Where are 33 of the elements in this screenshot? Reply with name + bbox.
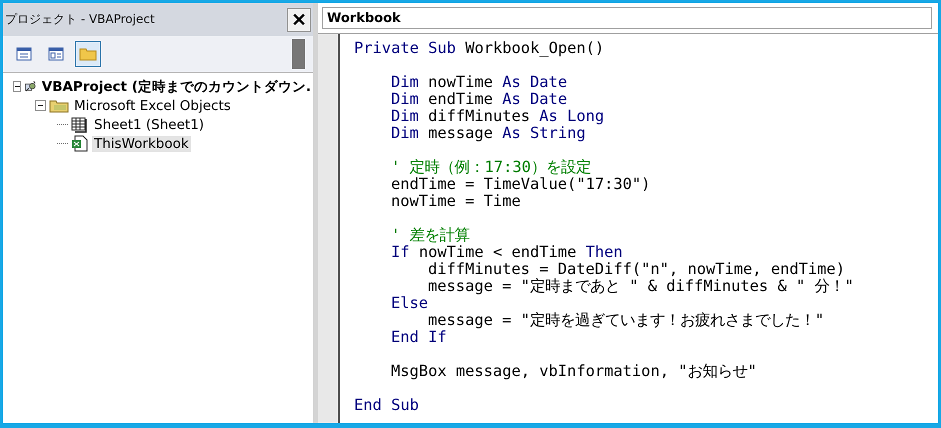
code-line: If nowTime < endTime Then [391,244,624,261]
tree-item[interactable]: Microsoft Excel Objects [72,98,233,114]
collapse-toggle[interactable] [35,100,46,111]
code-line: Dim message As String [391,125,586,142]
panel-title: プロジェクト - VBAProject [5,11,155,28]
code-line: Else [391,295,428,312]
folder-icon [49,98,69,112]
tree-item[interactable]: Sheet1 (Sheet1) [92,116,206,132]
code-line: End Sub [354,397,420,414]
code-line: Dim diffMinutes As Long [391,108,606,125]
tree-item[interactable]: ThisWorkbook [92,136,191,152]
toolbar-button[interactable] [75,41,101,67]
code-line: Dim nowTime As Date [391,74,568,91]
code-line: diffMinutes = DateDiff("n", nowTime, endTime) [428,261,846,278]
workbook-icon [71,135,89,152]
tree-item[interactable]: VBAProject (定時までのカウントダウン. [40,78,313,96]
code-line: ' 定時（例：17:30）を設定 [391,159,592,176]
code-line: MsgBox message, vbInformation, "お知らせ" [391,363,758,380]
code-line: End If [391,329,447,346]
collapse-toggle[interactable] [13,81,22,92]
code-line: message = "定時を過ぎています！お疲れさまでした！" [428,312,826,329]
code-line: nowTime = Time [391,193,522,210]
worksheet-icon [71,116,89,133]
folder-icon [79,47,97,61]
object-dropdown[interactable]: Workbook [322,7,932,29]
code-line: endTime = TimeValue("17:30") [391,176,652,193]
code-line: Dim endTime As Date [391,91,568,108]
code-line: ' 差を計算 [391,227,471,244]
close-button[interactable]: ✕ [287,8,311,32]
code-view-icon [16,47,32,61]
code-line: Private Sub Workbook_Open() [354,40,606,57]
form-view-icon [48,47,64,61]
code-line: message = "定時まであと " & diffMinutes & " 分！" [428,278,854,295]
